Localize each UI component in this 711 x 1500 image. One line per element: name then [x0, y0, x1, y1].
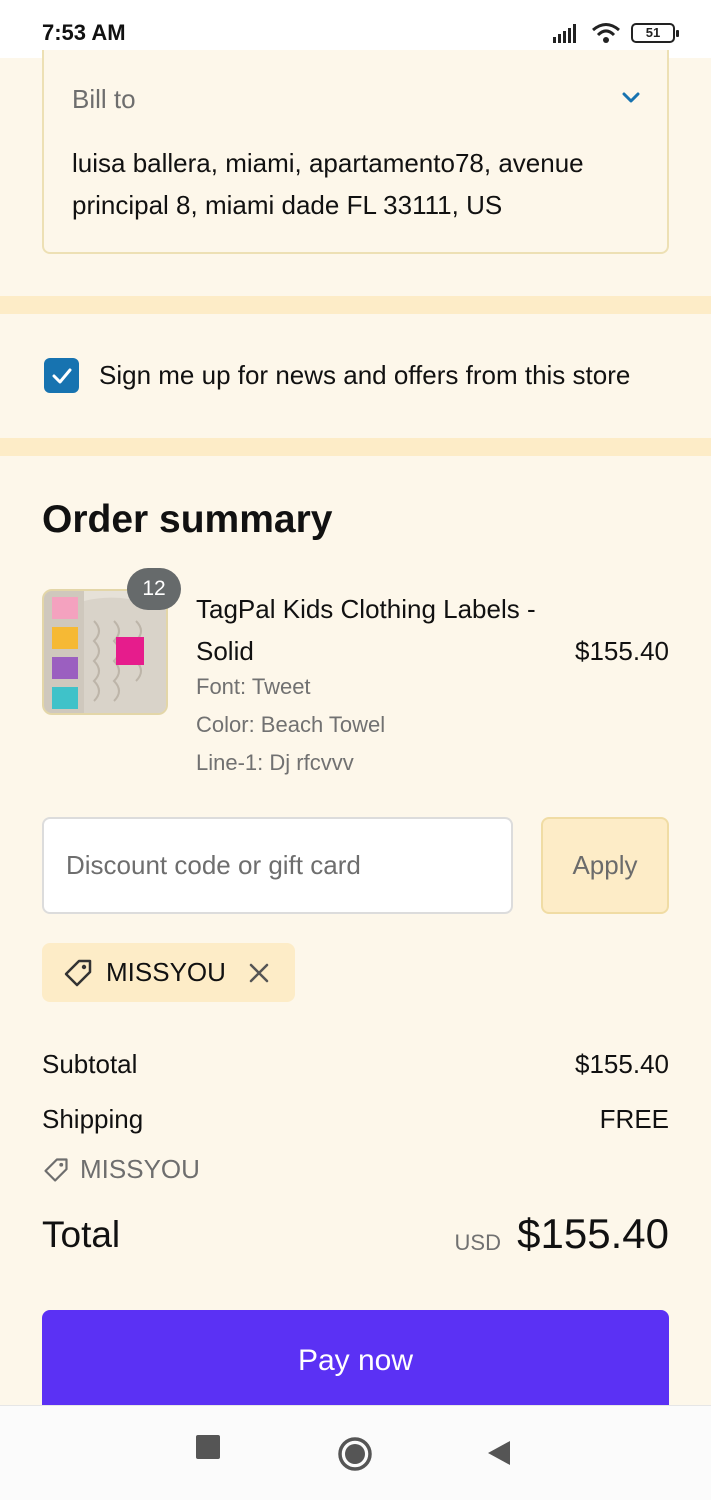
discount-applied-line: MISSYOU [42, 1154, 200, 1185]
back-icon[interactable] [486, 1439, 512, 1467]
pay-now-button[interactable]: Pay now [42, 1310, 669, 1420]
newsletter-label[interactable]: Sign me up for news and offers from this… [99, 360, 630, 391]
order-summary-title: Order summary [42, 498, 333, 541]
bill-to-label: Bill to [72, 84, 136, 114]
section-divider [0, 438, 711, 456]
product-price: $155.40 [575, 636, 669, 666]
total-label: Total [42, 1214, 121, 1255]
section-divider [0, 296, 711, 314]
shipping-value: FREE [599, 1104, 669, 1134]
total-currency: USD [454, 1230, 501, 1255]
close-icon[interactable] [248, 962, 270, 984]
recent-apps-icon[interactable] [195, 1434, 221, 1460]
chevron-down-icon[interactable] [621, 90, 641, 104]
bill-to-section[interactable]: Bill to luisa ballera, miami, apartament… [42, 50, 669, 254]
subtotal-label: Subtotal [42, 1049, 138, 1079]
checkmark-icon [52, 368, 71, 383]
newsletter-checkbox[interactable] [44, 358, 79, 393]
tag-icon [44, 1157, 68, 1182]
applied-discount-chip: MISSYOU [42, 943, 295, 1002]
discount-code-label: MISSYOU [80, 1154, 200, 1184]
quantity-badge: 12 [127, 568, 181, 610]
signal-icon [553, 24, 576, 43]
billing-address: luisa ballera, miami, apartamento78, ave… [72, 148, 584, 220]
apply-button[interactable]: Apply [541, 817, 669, 914]
discount-code-input[interactable] [42, 817, 513, 914]
battery-icon: 51 [631, 23, 679, 43]
product-name: TagPal Kids Clothing Labels - Solid [196, 594, 536, 666]
navigation-bar [0, 1405, 711, 1500]
status-icons: 51 [553, 22, 679, 44]
subtotal-value: $155.40 [575, 1049, 669, 1079]
status-time: 7:53 AM [42, 20, 126, 45]
wifi-icon [592, 23, 620, 43]
applied-code-text: MISSYOU [106, 957, 226, 987]
variant-font: Font: Tweet [196, 674, 311, 699]
variant-color: Color: Beach Towel [196, 712, 386, 737]
home-icon[interactable] [337, 1436, 373, 1472]
tag-icon [64, 959, 92, 986]
variant-line: Line-1: Dj rfcvvv [196, 750, 354, 775]
shipping-label: Shipping [42, 1104, 144, 1134]
total-amount: $155.40 [517, 1210, 669, 1257]
